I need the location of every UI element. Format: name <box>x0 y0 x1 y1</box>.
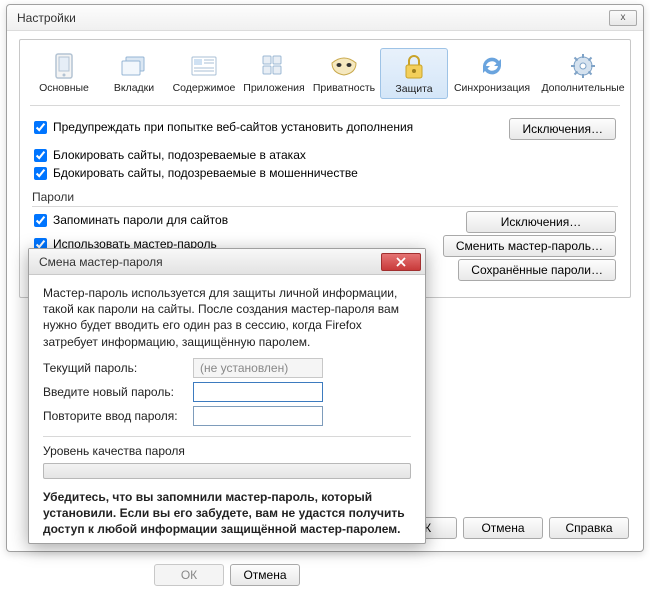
gear-icon <box>567 52 599 80</box>
tab-content[interactable]: Содержимое <box>170 48 238 99</box>
modal-warning: Убедитесь, что вы запомнили мастер-парол… <box>43 489 411 538</box>
cancel-button[interactable]: Отмена <box>463 517 543 539</box>
mask-icon <box>328 52 360 80</box>
tab-label: Основные <box>32 82 96 94</box>
modal-intro: Мастер-пароль используется для защиты ли… <box>43 285 411 350</box>
current-password-label: Текущий пароль: <box>43 360 193 376</box>
close-icon <box>396 257 406 267</box>
tab-security[interactable]: Защита <box>380 48 448 99</box>
tab-label: Приватность <box>312 82 376 94</box>
remember-passwords-checkbox[interactable] <box>34 214 47 227</box>
tab-sync[interactable]: Синхронизация <box>450 48 534 99</box>
tab-advanced[interactable]: Дополнительные <box>536 48 630 99</box>
new-password-label: Введите новый пароль: <box>43 384 193 400</box>
block-attacks-label: Блокировать сайты, подозреваемые в атака… <box>53 148 306 162</box>
block-fraud-checkbox[interactable] <box>34 167 47 180</box>
tab-general[interactable]: Основные <box>30 48 98 99</box>
apps-icon <box>258 52 290 80</box>
tab-label: Приложения <box>242 82 306 94</box>
modal-ok-button[interactable]: ОК <box>154 564 224 586</box>
modal-title: Смена мастер-пароля <box>39 255 381 269</box>
tab-applications[interactable]: Приложения <box>240 48 308 99</box>
change-master-button[interactable]: Сменить мастер-пароль… <box>443 235 616 257</box>
addons-warn-label: Предупреждать при попытке веб-сайтов уст… <box>53 120 413 134</box>
quality-label: Уровень качества пароля <box>43 443 411 459</box>
modal-button-bar: ОК Отмена <box>29 556 425 596</box>
tab-label: Синхронизация <box>452 82 532 94</box>
divider <box>43 436 411 437</box>
modal-body: Мастер-пароль используется для защиты ли… <box>29 275 425 556</box>
lock-icon <box>398 53 430 81</box>
block-fraud-label: Бдокировать сайты, подозреваемые в мошен… <box>53 166 358 180</box>
modal-cancel-button[interactable]: Отмена <box>230 564 300 586</box>
sync-icon <box>476 52 508 80</box>
saved-passwords-button[interactable]: Сохранённые пароли… <box>458 259 616 281</box>
content-icon <box>188 52 220 80</box>
tab-privacy[interactable]: Приватность <box>310 48 378 99</box>
repeat-password-input[interactable] <box>193 406 323 426</box>
current-password-value: (не установлен) <box>193 358 323 378</box>
device-icon <box>48 52 80 80</box>
divider <box>32 206 618 207</box>
change-master-password-dialog: Смена мастер-пароля Мастер-пароль исполь… <box>28 248 426 544</box>
window-title: Настройки <box>17 11 609 25</box>
repeat-password-label: Повторите ввод пароля: <box>43 408 193 424</box>
tab-label: Защита <box>383 83 445 95</box>
modal-titlebar[interactable]: Смена мастер-пароля <box>29 249 425 275</box>
remember-passwords-label: Запоминать пароли для сайтов <box>53 213 228 227</box>
tabs-icon <box>118 52 150 80</box>
help-button[interactable]: Справка <box>549 517 629 539</box>
modal-close-button[interactable] <box>381 253 421 271</box>
new-password-input[interactable] <box>193 382 323 402</box>
tab-tabs[interactable]: Вкладки <box>100 48 168 99</box>
close-icon: x <box>621 12 626 23</box>
addons-warn-checkbox[interactable] <box>34 121 47 134</box>
passwords-exceptions-button[interactable]: Исключения… <box>466 211 616 233</box>
titlebar[interactable]: Настройки x <box>7 5 643 31</box>
block-attacks-checkbox[interactable] <box>34 149 47 162</box>
tab-bar: Основные Вкладки Содержимое <box>30 46 620 106</box>
addons-exceptions-button[interactable]: Исключения… <box>509 118 616 140</box>
passwords-section-label: Пароли <box>32 190 618 204</box>
tab-label: Содержимое <box>172 82 236 94</box>
password-quality-meter <box>43 463 411 479</box>
tab-label: Вкладки <box>102 82 166 94</box>
close-button[interactable]: x <box>609 10 637 26</box>
tab-label: Дополнительные <box>538 82 628 94</box>
